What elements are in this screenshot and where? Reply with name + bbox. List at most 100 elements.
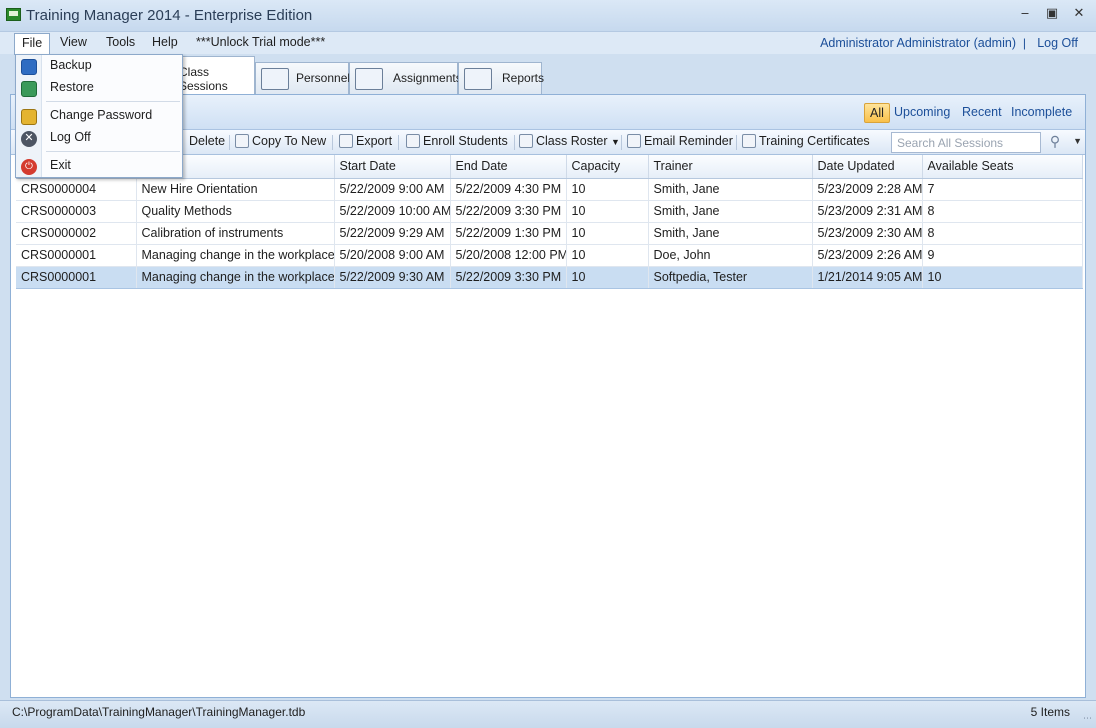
column-header-date-updated[interactable]: Date Updated bbox=[812, 155, 923, 179]
filter-all[interactable]: All bbox=[864, 103, 890, 123]
cell-end-date: 5/20/2008 12:00 PM bbox=[450, 244, 567, 267]
column-header-trainer[interactable]: Trainer bbox=[648, 155, 813, 179]
cell-start-date: 5/22/2009 9:00 AM bbox=[334, 178, 451, 201]
class-roster-label: Class Roster bbox=[536, 134, 608, 148]
menu-item-exit[interactable]: Exit bbox=[50, 158, 71, 172]
menu-separator bbox=[46, 101, 180, 102]
cell-available-seats: 8 bbox=[922, 200, 1083, 223]
cell-capacity: 10 bbox=[566, 244, 649, 267]
column-header-capacity[interactable]: Capacity bbox=[566, 155, 649, 179]
menu-item-change-password[interactable]: Change Password bbox=[50, 108, 152, 122]
email-reminder-label: Email Reminder bbox=[644, 134, 733, 148]
class-roster-button[interactable]: Class Roster ▼ bbox=[519, 134, 620, 148]
cell-capacity: 10 bbox=[566, 178, 649, 201]
menu-separator: | bbox=[1022, 36, 1026, 50]
copy-to-new-button[interactable]: Copy To New bbox=[235, 134, 326, 148]
resize-grip-icon[interactable]: ⋯ bbox=[1083, 713, 1092, 724]
checklist-icon bbox=[355, 68, 383, 90]
envelope-icon bbox=[627, 134, 641, 148]
menu-tools[interactable]: Tools bbox=[106, 35, 135, 49]
toolbar-separator bbox=[398, 135, 399, 150]
training-certificates-label: Training Certificates bbox=[759, 134, 870, 148]
cell-id: CRS0000003 bbox=[16, 200, 137, 223]
enroll-students-button[interactable]: Enroll Students bbox=[406, 134, 508, 148]
maximize-button[interactable]: ▣ bbox=[1041, 6, 1063, 24]
menu-file[interactable]: File bbox=[14, 33, 51, 55]
chevron-down-icon: ▼ bbox=[611, 137, 620, 147]
training-certificates-button[interactable]: Training Certificates bbox=[742, 134, 870, 148]
export-icon bbox=[339, 134, 353, 148]
export-label: Export bbox=[356, 134, 393, 148]
delete-button[interactable]: Delete bbox=[189, 134, 225, 148]
sessions-panel: All Upcoming Recent Incomplete Delete Co… bbox=[10, 94, 1086, 698]
tab-assignments[interactable]: Assignments bbox=[349, 62, 462, 94]
app-icon bbox=[6, 8, 21, 21]
table-row[interactable]: CRS0000001 Managing change in the workpl… bbox=[16, 244, 1083, 267]
export-button[interactable]: Export bbox=[339, 134, 392, 148]
tab-reports[interactable]: Reports bbox=[458, 62, 545, 94]
floppy-disk-icon bbox=[21, 59, 37, 75]
cell-trainer: Smith, Jane bbox=[648, 222, 813, 245]
cell-id: CRS0000002 bbox=[16, 222, 137, 245]
power-icon: ⏻ bbox=[21, 159, 37, 175]
filter-incomplete[interactable]: Incomplete bbox=[1005, 103, 1078, 123]
menu-item-restore[interactable]: Restore bbox=[50, 80, 94, 94]
cell-date-updated: 1/21/2014 9:05 AM bbox=[812, 266, 923, 289]
menu-unlock-trial[interactable]: ***Unlock Trial mode*** bbox=[196, 35, 325, 49]
tab-reports-label: Reports bbox=[502, 71, 545, 85]
column-header-start-date[interactable]: Start Date bbox=[334, 155, 451, 179]
item-count: 5 Items bbox=[1030, 705, 1070, 719]
cell-end-date: 5/22/2009 4:30 PM bbox=[450, 178, 567, 201]
cell-title: Quality Methods bbox=[136, 200, 335, 223]
tab-personnel-label: Personnel bbox=[296, 71, 351, 85]
cell-start-date: 5/22/2009 10:00 AM bbox=[334, 200, 451, 223]
menu-item-log-off[interactable]: Log Off bbox=[50, 130, 91, 144]
search-input[interactable]: Search All Sessions bbox=[891, 132, 1041, 153]
cell-id: CRS0000001 bbox=[16, 244, 137, 267]
cell-date-updated: 5/23/2009 2:26 AM bbox=[812, 244, 923, 267]
copy-icon bbox=[235, 134, 249, 148]
cell-trainer: Softpedia, Tester bbox=[648, 266, 813, 289]
table-row[interactable]: CRS0000004 New Hire Orientation 5/22/200… bbox=[16, 178, 1083, 201]
column-header-end-date[interactable]: End Date bbox=[450, 155, 567, 179]
menu-item-backup[interactable]: Backup bbox=[50, 58, 92, 72]
menu-view[interactable]: View bbox=[60, 35, 87, 49]
minimize-button[interactable]: ‒ bbox=[1014, 6, 1036, 24]
menu-help[interactable]: Help bbox=[152, 35, 178, 49]
filter-recent[interactable]: Recent bbox=[956, 103, 1008, 123]
table-row-selected[interactable]: CRS0000001 Managing change in the workpl… bbox=[16, 266, 1083, 289]
search-icon[interactable]: ⚲ bbox=[1045, 133, 1065, 153]
title-bar: Training Manager 2014 - Enterprise Editi… bbox=[0, 0, 1096, 32]
close-button[interactable]: ✕ bbox=[1068, 6, 1090, 24]
cell-date-updated: 5/23/2009 2:30 AM bbox=[812, 222, 923, 245]
cell-capacity: 10 bbox=[566, 222, 649, 245]
table-row[interactable]: CRS0000002 Calibration of instruments 5/… bbox=[16, 222, 1083, 245]
toolbar-overflow-icon[interactable]: ▼ bbox=[1073, 136, 1082, 146]
file-menu-dropdown: Backup Restore Change Password ✕ Log Off… bbox=[15, 54, 183, 178]
cell-available-seats: 7 bbox=[922, 178, 1083, 201]
database-path: C:\ProgramData\TrainingManager\TrainingM… bbox=[12, 705, 306, 719]
email-reminder-button[interactable]: Email Reminder bbox=[627, 134, 733, 148]
menu-separator bbox=[46, 151, 180, 152]
cell-trainer: Smith, Jane bbox=[648, 200, 813, 223]
tab-assignments-label: Assignments bbox=[393, 71, 462, 85]
filter-upcoming[interactable]: Upcoming bbox=[888, 103, 956, 123]
tab-personnel[interactable]: Personnel bbox=[255, 62, 351, 94]
printer-icon bbox=[464, 68, 492, 90]
cell-date-updated: 5/23/2009 2:31 AM bbox=[812, 200, 923, 223]
toolbar-separator bbox=[736, 135, 737, 150]
enroll-students-label: Enroll Students bbox=[423, 134, 508, 148]
cell-available-seats: 10 bbox=[922, 266, 1083, 289]
enroll-icon bbox=[406, 134, 420, 148]
window-title: Training Manager 2014 - Enterprise Editi… bbox=[26, 7, 313, 24]
cell-title: Managing change in the workplace bbox=[136, 244, 335, 267]
cell-available-seats: 9 bbox=[922, 244, 1083, 267]
logoff-link[interactable]: Log Off bbox=[1037, 36, 1078, 50]
cell-capacity: 10 bbox=[566, 200, 649, 223]
menu-bar: File View Tools Help ***Unlock Trial mod… bbox=[0, 32, 1096, 55]
restore-icon bbox=[21, 81, 37, 97]
cell-end-date: 5/22/2009 3:30 PM bbox=[450, 266, 567, 289]
toolbar-separator bbox=[229, 135, 230, 150]
column-header-available-seats[interactable]: Available Seats bbox=[922, 155, 1083, 179]
table-row[interactable]: CRS0000003 Quality Methods 5/22/2009 10:… bbox=[16, 200, 1083, 223]
